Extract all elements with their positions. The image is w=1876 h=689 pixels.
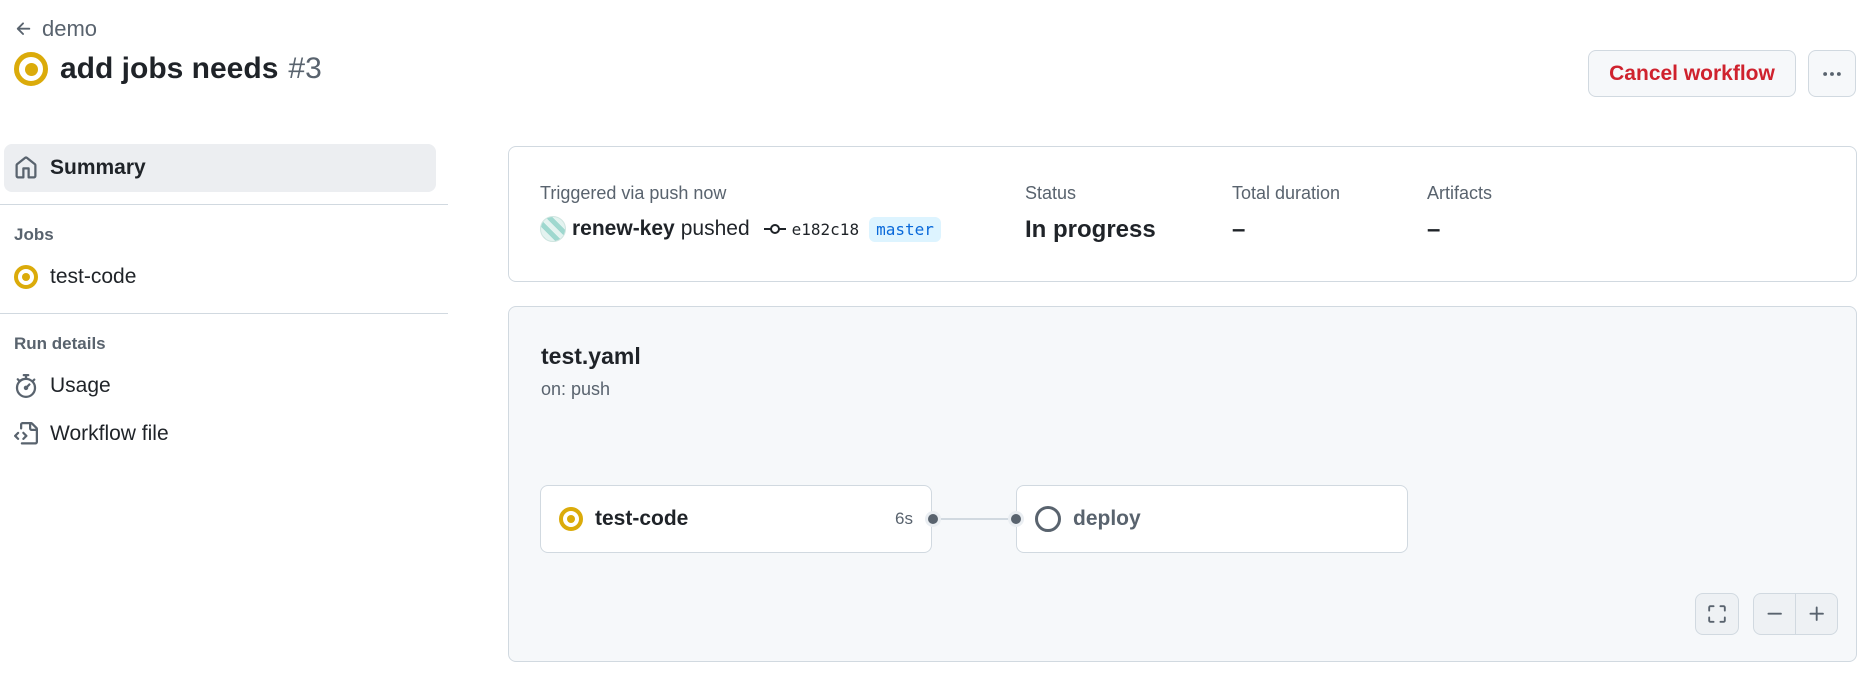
dash-icon [1767, 612, 1782, 615]
branch-badge[interactable]: master [869, 216, 941, 242]
job-node-test-code[interactable]: test-code 6s [540, 485, 932, 553]
back-link-label: demo [42, 16, 98, 41]
sidebar-item-usage[interactable]: Usage [0, 362, 448, 410]
run-number: #3 [288, 52, 322, 85]
sidebar-divider [0, 204, 448, 205]
job-duration: 6s [895, 509, 913, 528]
job-name: deploy [1073, 507, 1141, 530]
sidebar-item-label: Workflow file [50, 422, 169, 445]
pending-status-icon [1035, 506, 1061, 532]
trigger-column: Triggered via push now renew-key pushed … [540, 183, 941, 242]
status-value: In progress [1025, 216, 1156, 243]
sidebar-item-workflow-file[interactable]: Workflow file [0, 410, 448, 458]
trigger-label: Triggered via push now [540, 183, 727, 203]
home-icon [15, 156, 37, 179]
in-progress-status-icon [14, 52, 48, 86]
job-input-port [1008, 511, 1024, 527]
sidebar-item-label: Summary [50, 156, 146, 179]
zoom-in-button[interactable] [1795, 593, 1838, 635]
file-code-icon [14, 422, 38, 445]
trigger-action: pushed [680, 217, 750, 240]
screen-full-icon [1708, 605, 1726, 623]
workflow-trigger: on: push [541, 379, 611, 399]
artifacts-column: Artifacts – [1427, 183, 1492, 244]
duration-column: Total duration – [1232, 183, 1340, 244]
sidebar-item-label: test-code [50, 265, 137, 288]
back-link[interactable]: demo [14, 16, 97, 42]
sidebar-item-job-test-code[interactable]: test-code [0, 253, 448, 301]
commit-sha-link[interactable]: e182c18 [792, 220, 859, 239]
in-progress-status-icon [14, 265, 38, 289]
cancel-workflow-button[interactable]: Cancel workflow [1588, 50, 1796, 97]
workflow-name: test.yaml [541, 343, 641, 369]
sidebar-item-label: Usage [50, 374, 111, 397]
run-title-row: add jobs needs #3 [14, 52, 322, 86]
actor-link[interactable]: renew-key [572, 217, 675, 241]
sidebar: Summary Jobs test-code Run details Usage… [0, 144, 448, 458]
artifacts-value: – [1427, 216, 1441, 243]
fullscreen-button[interactable] [1695, 593, 1739, 635]
avatar[interactable] [540, 216, 566, 242]
stopwatch-icon [15, 374, 37, 398]
job-name: test-code [595, 507, 689, 530]
run-details-heading: Run details [14, 334, 106, 353]
status-column: Status In progress [1025, 183, 1156, 244]
plus-icon [1809, 606, 1824, 621]
sidebar-divider [0, 313, 448, 314]
kebab-horizontal-icon [1823, 71, 1841, 76]
status-label: Status [1025, 183, 1077, 203]
jobs-heading: Jobs [14, 225, 54, 244]
artifacts-label: Artifacts [1427, 183, 1493, 203]
total-duration-label: Total duration [1232, 183, 1341, 203]
zoom-out-button[interactable] [1753, 593, 1796, 635]
job-output-port [925, 511, 941, 527]
git-commit-icon [763, 224, 786, 234]
sidebar-item-summary[interactable]: Summary [4, 144, 436, 192]
run-summary-card: Triggered via push now renew-key pushed … [508, 146, 1857, 282]
total-duration-value: – [1232, 216, 1246, 243]
workflow-graph-card: test.yaml on: push test-code 6s deploy [508, 306, 1857, 662]
job-node-deploy[interactable]: deploy [1016, 485, 1408, 553]
page-title: add jobs needs [60, 52, 279, 85]
more-options-button[interactable] [1808, 50, 1856, 97]
in-progress-status-icon [559, 507, 583, 531]
arrow-left-icon [16, 22, 31, 35]
trigger-details: renew-key pushed e182c18 master [540, 216, 941, 242]
